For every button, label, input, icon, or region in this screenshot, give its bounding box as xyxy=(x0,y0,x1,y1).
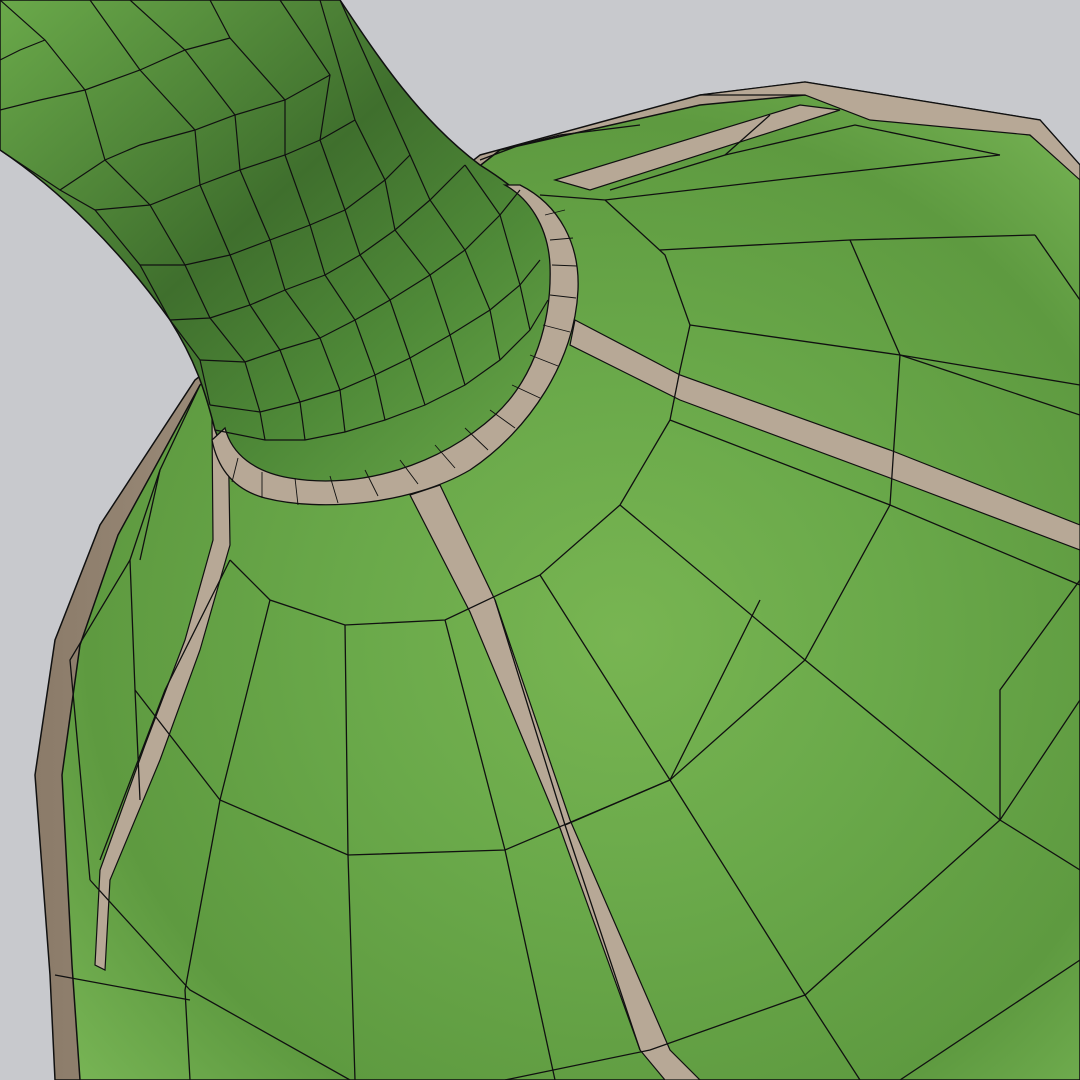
3d-viewport[interactable] xyxy=(0,0,1080,1080)
vase-model[interactable] xyxy=(0,0,1080,1080)
